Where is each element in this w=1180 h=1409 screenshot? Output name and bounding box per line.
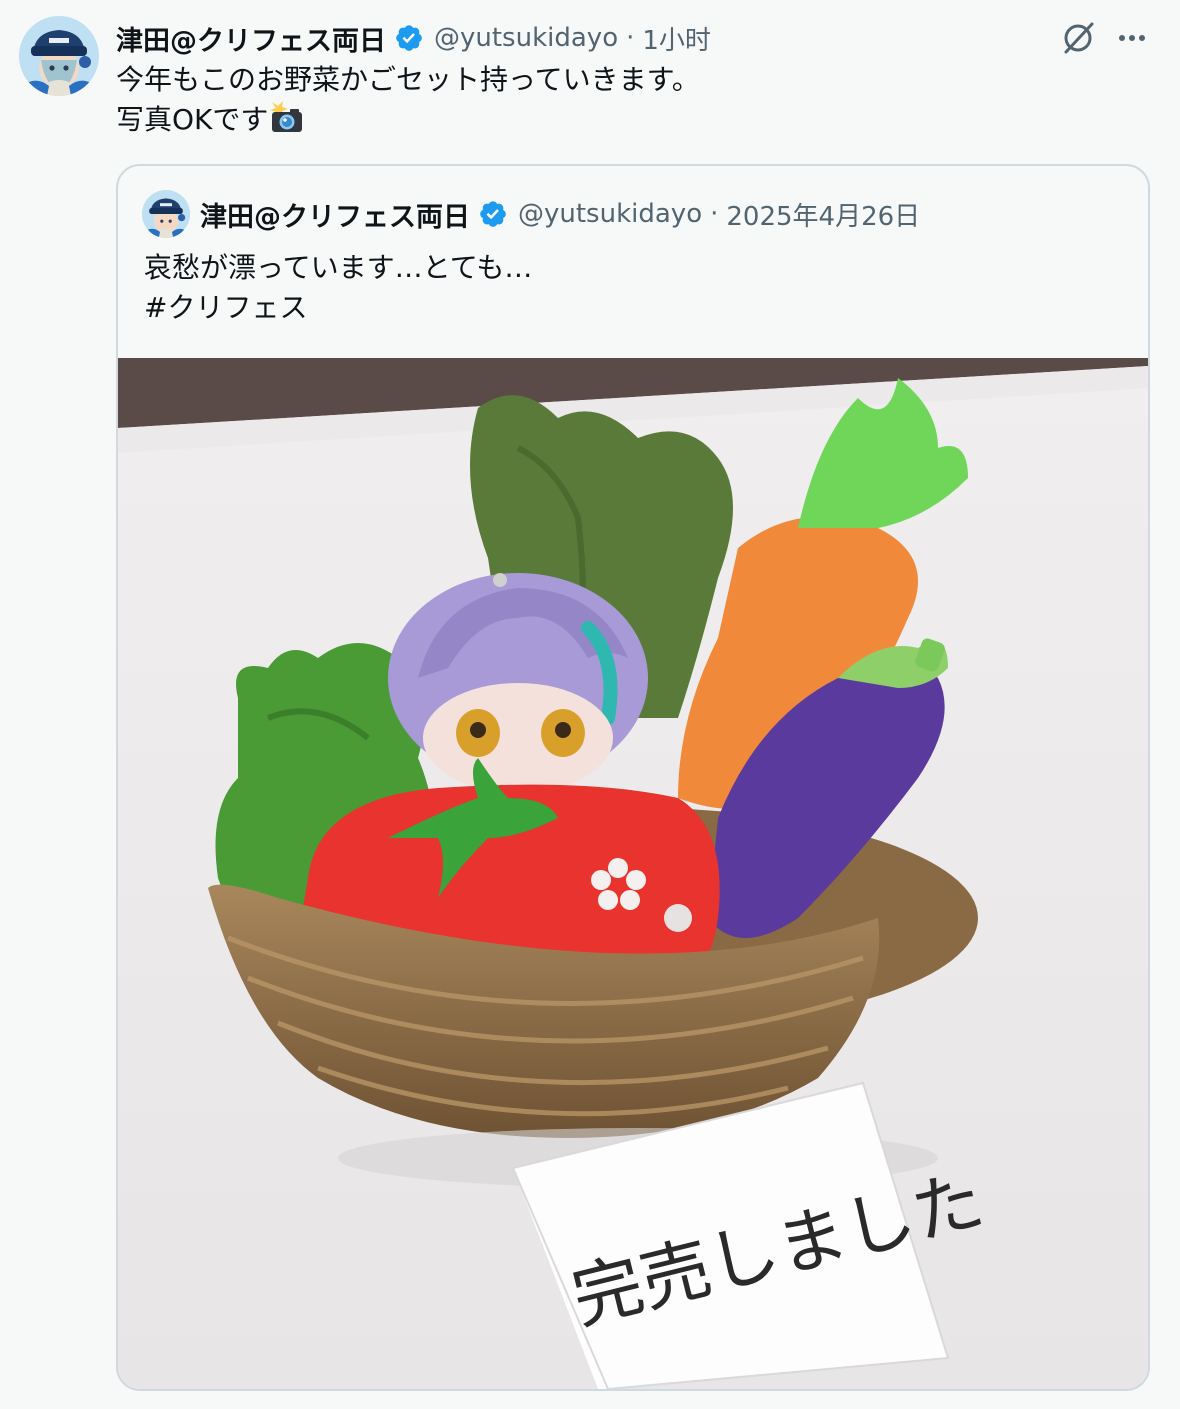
plush-vegetable-basket-photo[interactable]: 完売しました (118, 358, 1148, 1389)
quoted-text-line-1: 哀愁が漂っています…とても… (144, 251, 533, 284)
quoted-tweet-text: 哀愁が漂っています…とても… #クリフェス (144, 248, 1124, 328)
more-options-icon[interactable] (1112, 22, 1152, 54)
camera-flash-emoji-icon (268, 100, 304, 134)
quoted-author-name: 津田@クリフェス両日 (200, 201, 470, 233)
author-handle[interactable]: @yutsukidayo (434, 23, 618, 53)
tweet-header: 津田@クリフェス両日 @yutsukidayo · 1小时 (116, 18, 711, 58)
quoted-tweet-header: 津田@クリフェス両日 @yutsukidayo · 2025年4月26日 (200, 194, 920, 234)
tweet-timestamp[interactable]: 1小时 (642, 20, 711, 57)
quoted-text-hashtag[interactable]: #クリフェス (144, 288, 1124, 328)
separator-dot: · (710, 199, 719, 229)
verified-badge-icon[interactable] (394, 23, 424, 53)
quoted-tweet-date: 2025年4月26日 (726, 201, 921, 232)
tweet-text-line-1: 今年もこのお野菜かごセット持っていきます。 (116, 63, 700, 96)
verified-badge-icon (478, 199, 508, 229)
tweet[interactable]: 津田@クリフェス両日 @yutsukidayo · 1小时 今年もこのお野菜かご… (0, 0, 1180, 1409)
quoted-tweet[interactable]: 津田@クリフェス両日 @yutsukidayo · 2025年4月26日 哀愁が… (116, 164, 1150, 1391)
separator-dot: · (626, 23, 635, 53)
tweet-text: 今年もこのお野菜かごセット持っていきます。 写真OKです (116, 60, 1116, 140)
author-name[interactable]: 津田@クリフェス両日 (116, 19, 386, 58)
grok-icon[interactable] (1058, 18, 1098, 58)
tweet-text-line-2: 写真OKです (116, 100, 1116, 140)
quoted-author-avatar[interactable] (142, 190, 190, 238)
quoted-author-handle: @yutsukidayo (518, 199, 703, 229)
author-avatar[interactable] (19, 16, 99, 96)
tweet-text-line-2-text: 写真OKです (116, 103, 269, 136)
